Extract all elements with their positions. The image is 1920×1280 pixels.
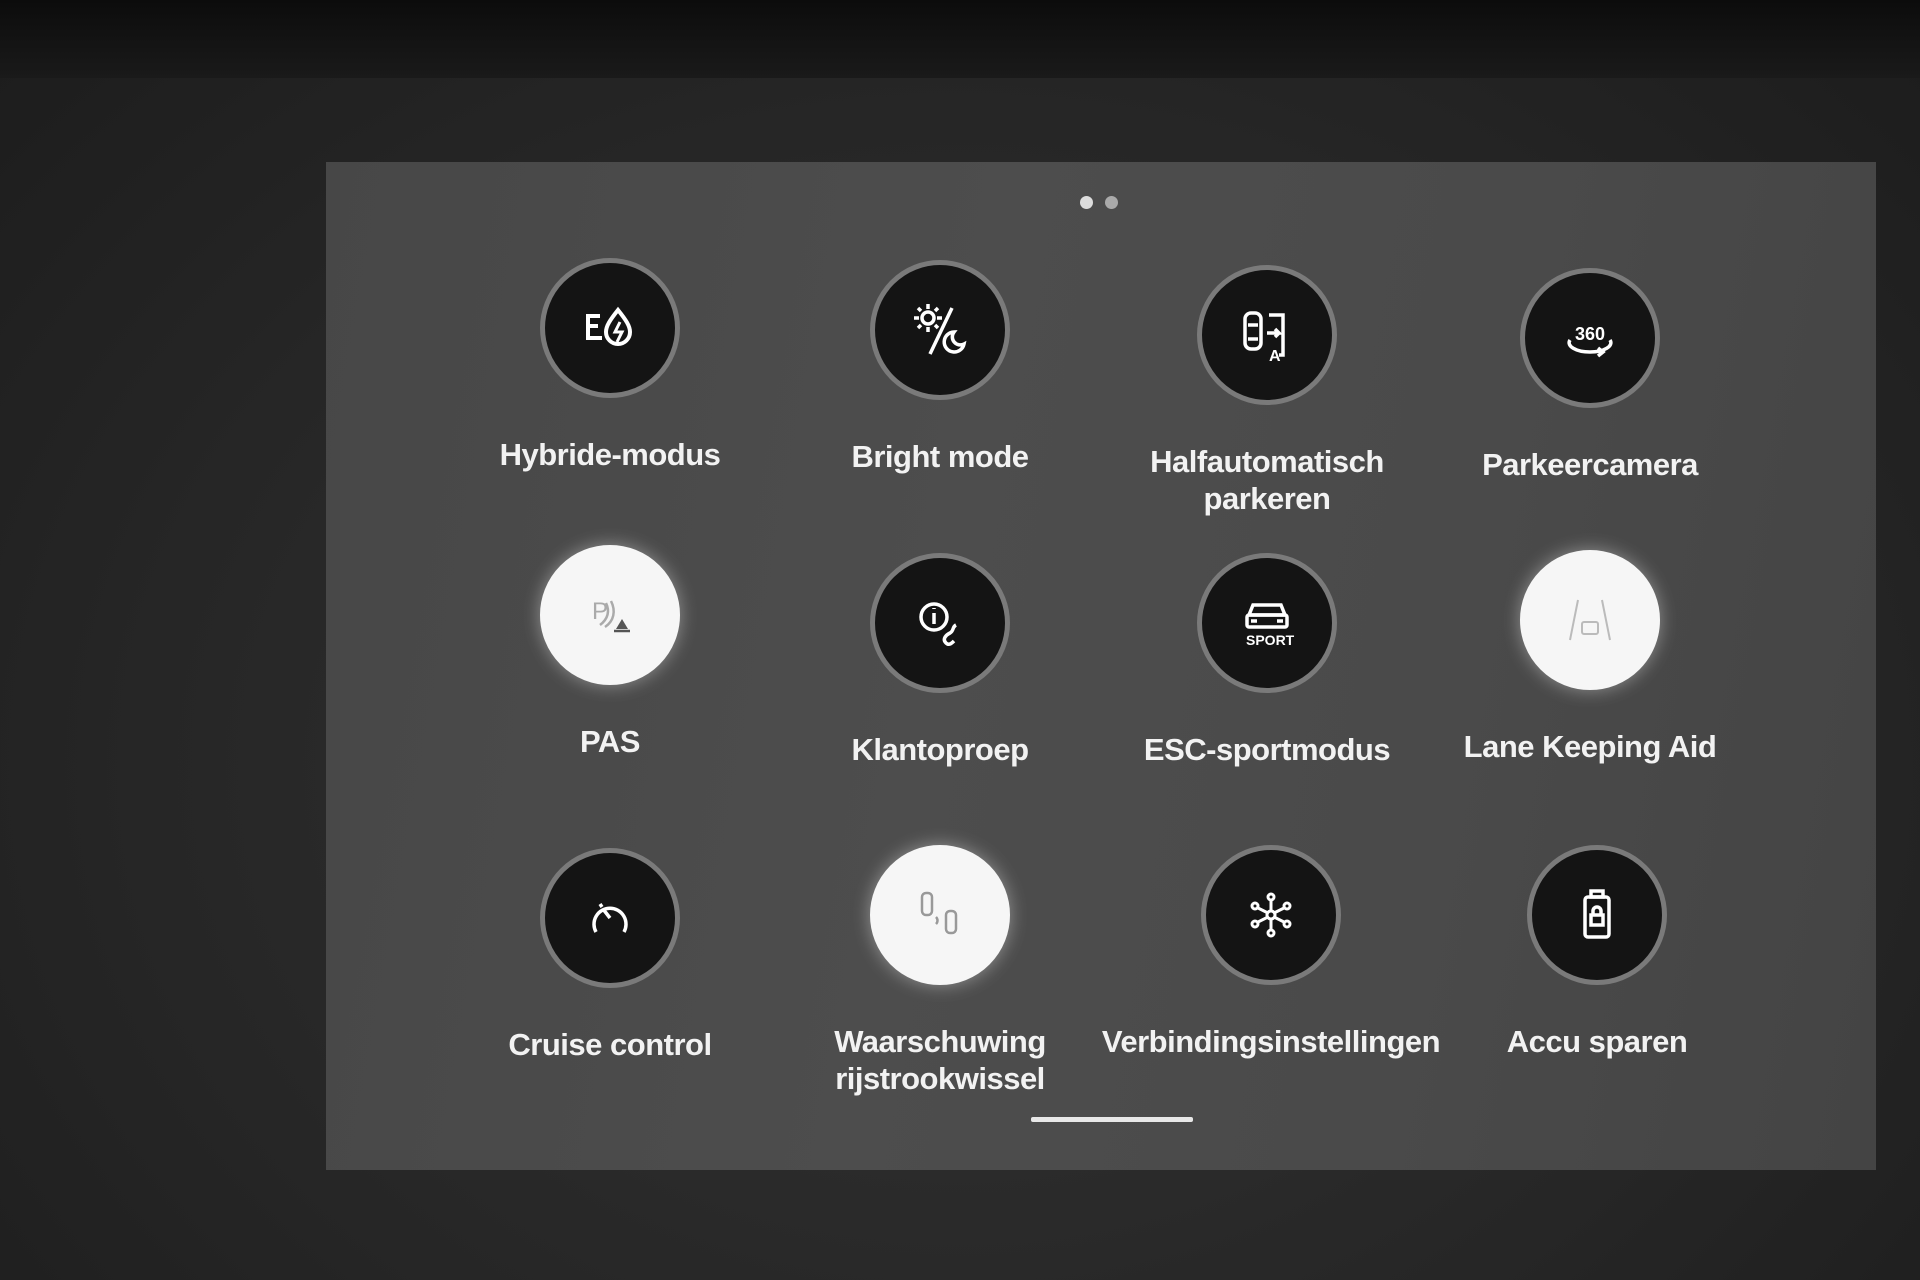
pas-button[interactable]: P	[540, 545, 680, 685]
connectivity-button[interactable]	[1201, 845, 1341, 985]
tile-label: Lane Keeping Aid	[1463, 729, 1717, 764]
tile-halfautomatisch-parkeren[interactable]: A Halfautomatisch parkeren	[1117, 265, 1417, 517]
camera-360-icon: 360	[1567, 324, 1613, 358]
sun-moon-icon	[914, 304, 967, 355]
battery-saver-button[interactable]	[1527, 845, 1667, 985]
hybrid-mode-icon	[586, 306, 633, 346]
lane-keeping-button[interactable]	[1520, 550, 1660, 690]
tile-verbindingsinstellingen[interactable]: Verbindingsinstellingen	[1102, 845, 1441, 1060]
tile-pas[interactable]: P PAS	[460, 545, 760, 760]
tile-label: Verbindingsinstellingen	[1101, 1024, 1441, 1059]
tile-label: Accu sparen	[1506, 1024, 1688, 1059]
tile-hybride-modus[interactable]: Hybride-modus	[460, 258, 760, 473]
tile-label: Waarschuwing rijstrookwissel	[834, 1024, 1046, 1096]
semi-auto-parking-icon: A	[1243, 311, 1285, 365]
bright-mode-button[interactable]	[870, 260, 1010, 400]
tile-label: ESC-sportmodus	[1143, 732, 1391, 767]
hybrid-mode-button[interactable]	[540, 258, 680, 398]
svg-text:A: A	[1269, 348, 1281, 365]
svg-text:SPORT: SPORT	[1246, 632, 1295, 648]
car-sport-icon: SPORT	[1245, 603, 1295, 648]
tile-label: Cruise control	[508, 1027, 712, 1062]
svg-text:360: 360	[1575, 324, 1605, 344]
tile-label: Klantoproep	[851, 732, 1029, 767]
tile-label: Hybride-modus	[499, 437, 721, 472]
tile-esc-sportmodus[interactable]: SPORT ESC-sportmodus	[1117, 553, 1417, 768]
tile-label: Parkeercamera	[1482, 447, 1698, 482]
lane-change-warning-button[interactable]	[870, 845, 1010, 985]
tile-label: Bright mode	[851, 439, 1029, 474]
page-dot-2[interactable]	[1105, 196, 1118, 209]
speedometer-icon	[592, 903, 628, 933]
tile-klantoproep[interactable]: Klantoproep	[790, 553, 1090, 768]
screen-bezel	[0, 0, 1920, 78]
semi-auto-parking-button[interactable]: A	[1197, 265, 1337, 405]
parking-camera-button[interactable]: 360	[1520, 268, 1660, 408]
cruise-control-button[interactable]	[540, 848, 680, 988]
tile-bright-mode[interactable]: Bright mode	[790, 260, 1090, 475]
tile-cruise-control[interactable]: Cruise control	[460, 848, 760, 1063]
tile-label: PAS	[580, 724, 640, 759]
info-call-icon	[919, 602, 957, 646]
tile-accu-sparen[interactable]: Accu sparen	[1447, 845, 1747, 1060]
parking-sensor-icon: P	[592, 598, 630, 633]
tile-waarschuwing-rijstrookwissel[interactable]: Waarschuwing rijstrookwissel	[790, 845, 1090, 1097]
battery-lock-icon	[1583, 889, 1611, 939]
lane-change-warning-icon	[920, 891, 958, 935]
tile-lane-keeping-aid[interactable]: Lane Keeping Aid	[1440, 550, 1740, 765]
esc-sport-button[interactable]: SPORT	[1197, 553, 1337, 693]
page-indicator	[1080, 196, 1118, 209]
tile-label: Halfautomatisch parkeren	[1150, 444, 1384, 516]
tile-parkeercamera[interactable]: 360 Parkeercamera	[1440, 268, 1740, 483]
customer-call-button[interactable]	[870, 553, 1010, 693]
connectivity-icon	[1250, 892, 1292, 938]
home-indicator-bar[interactable]	[1031, 1117, 1193, 1122]
lane-keeping-icon	[1569, 599, 1611, 641]
page-dot-1[interactable]	[1080, 196, 1093, 209]
